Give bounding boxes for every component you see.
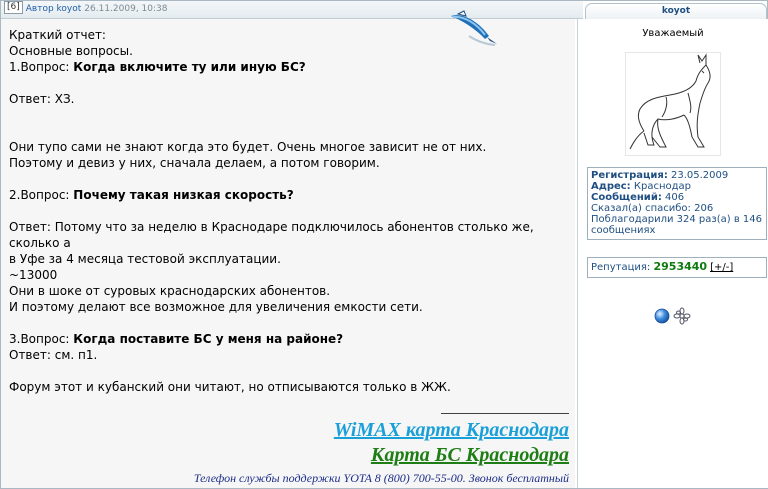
messages-row: Сообщений: 406 — [591, 192, 685, 203]
status-icons — [654, 307, 691, 325]
reputation-label: Репутация: — [591, 262, 651, 273]
reputation-change-link[interactable]: [+/-] — [710, 262, 733, 273]
question-3: 3.Вопрос: Когда поставите БС у меня на р… — [9, 332, 344, 346]
howling-wolf-avatar — [625, 52, 721, 156]
question-1-bold: Когда включите ту или иную БС? — [73, 60, 306, 74]
registration-row: Регистрация: 23.05.2009 — [591, 170, 729, 181]
question-2-bold: Почему такая низкая скорость? — [73, 188, 294, 202]
post-line: Поэтому и девиз у них, сначала делаем, а… — [9, 156, 380, 170]
post-line: Форум этот и кубанский они читают, но от… — [9, 380, 451, 394]
reputation-box: Репутация: 2953440 [+/-] — [587, 257, 767, 278]
reputation-value: 2953440 — [653, 260, 708, 273]
post-body: Краткий отчет: Основные вопросы. 1.Вопро… — [1, 19, 575, 488]
signature-divider — [441, 413, 569, 414]
answer-3: Ответ: см. п1. — [9, 348, 98, 362]
post-line: Они в шоке от суровых краснодарских абон… — [9, 284, 331, 298]
answer-2-number: ~13000 — [9, 268, 58, 282]
wimax-map-link[interactable]: WiMAX карта Краснодара — [334, 419, 569, 442]
thanks-said-row: Сказал(а) спасибо: 206 — [591, 203, 714, 214]
answer-2-cont: в Уфе за 4 месяца тестовой эксплуатации. — [9, 252, 281, 266]
user-name-tab[interactable]: koyot — [585, 3, 767, 19]
post-date: 26.11.2009, 10:38 — [84, 4, 168, 14]
question-1: 1.Вопрос: Когда включите ту или иную БС? — [9, 60, 306, 74]
answer-1: Ответ: ХЗ. — [9, 92, 75, 106]
online-status-icon[interactable] — [654, 308, 670, 324]
post-author-link[interactable]: Автор koyot — [26, 4, 82, 14]
post-number-link[interactable]: [6] — [4, 1, 23, 14]
question-3-bold: Когда поставите БС у меня на районе? — [73, 332, 344, 346]
post-line: Они тупо сами не знают когда это будет. … — [9, 140, 487, 154]
question-2: 2.Вопрос: Почему такая низкая скорость? — [9, 188, 294, 202]
icq-flower-icon[interactable] — [673, 307, 691, 325]
user-info-box: Регистрация: 23.05.2009 Адрес: Краснодар… — [587, 167, 767, 240]
feather-pen-icon[interactable] — [445, 8, 501, 48]
post-text: Краткий отчет: Основные вопросы. 1.Вопро… — [9, 27, 571, 395]
post-line: И поэтому делают все возможное для увели… — [9, 300, 423, 314]
address-row: Адрес: Краснодар — [591, 181, 691, 192]
user-sidebar: Уважаемый Регистрация: 23.05.2009 Адрес:… — [577, 19, 768, 488]
user-rank: Уважаемый — [642, 28, 704, 39]
bs-map-link[interactable]: Карта БС Краснодара — [371, 444, 569, 467]
forum-post: [6] Автор koyot 26.11.2009, 10:38 koyot Кр… — [0, 0, 768, 489]
answer-2: Ответ: Потому что за неделю в Краснодаре… — [9, 220, 534, 250]
thanked-row: Поблагодарили 324 раз(а) в 146 сообщения… — [591, 214, 762, 236]
support-phone-text: Телефон службы поддержки YOTA 8 (800) 70… — [193, 471, 569, 485]
